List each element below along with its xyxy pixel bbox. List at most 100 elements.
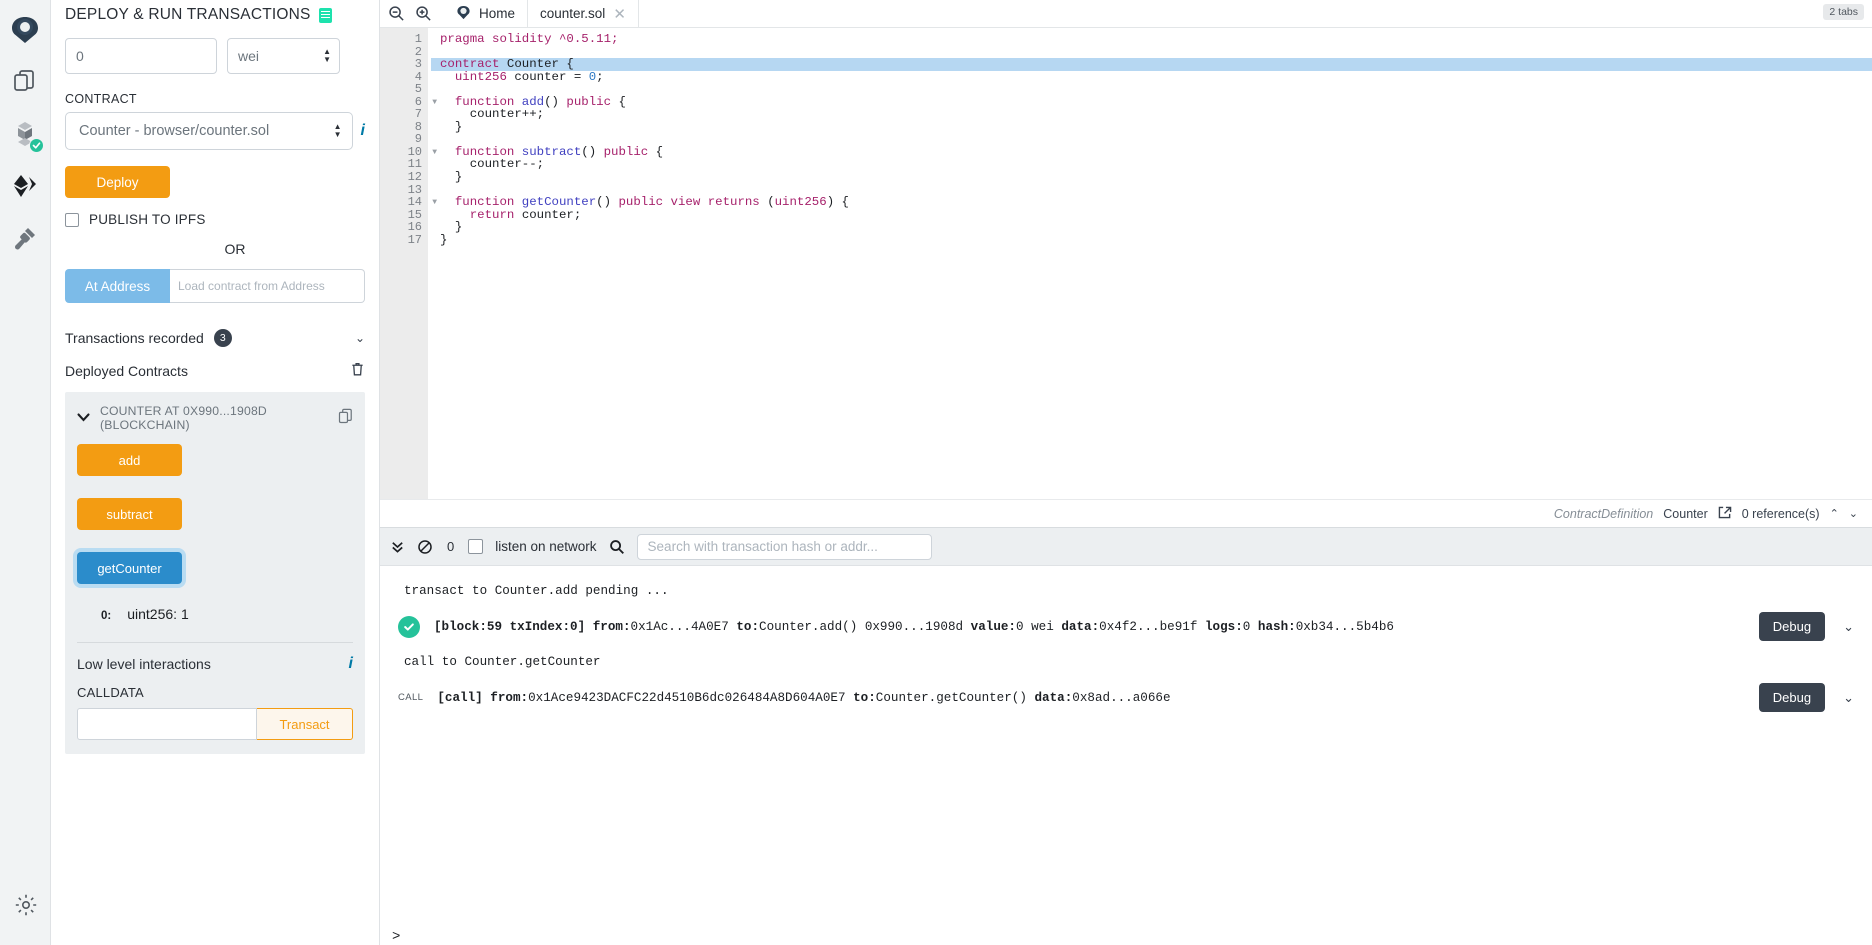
copy-icon[interactable]: [338, 408, 353, 429]
terminal-transaction-row[interactable]: [block:59 txIndex:0] from:0x1Ac...4A0E7 …: [380, 606, 1872, 647]
contract-select[interactable]: Counter - browser/counter.sol ▲▼: [65, 112, 353, 150]
code-token: return: [470, 208, 522, 222]
line-number-gutter: 123▼456▼78910▼11121314▼151617: [380, 28, 428, 499]
remix-ide-window: DEPLOY & RUN TRANSACTIONS 0 wei ▲▼ CONTR…: [0, 0, 1872, 945]
calldata-label: CALLDATA: [77, 685, 353, 700]
transact-button[interactable]: Transact: [257, 708, 353, 740]
solidity-compiler-icon[interactable]: [3, 112, 47, 156]
code-line[interactable]: counter++;: [431, 108, 1872, 121]
line-number: 12: [380, 171, 428, 184]
code-line[interactable]: function getCounter() public view return…: [431, 196, 1872, 209]
plugin-manager-icon[interactable]: [3, 216, 47, 260]
at-address-input[interactable]: Load contract from Address: [170, 269, 365, 303]
tab-counter-sol[interactable]: counter.sol ✕: [528, 0, 639, 27]
goto-definition-icon[interactable]: [1718, 506, 1732, 522]
code-line[interactable]: contract Counter {: [431, 58, 1872, 71]
code-line[interactable]: }: [431, 221, 1872, 234]
chevron-down-icon[interactable]: ⌄: [355, 331, 365, 345]
terminal-transaction-row[interactable]: CALL[call] from:0x1Ace9423DACFC22d4510B6…: [380, 677, 1872, 718]
tabs-count-badge: 2 tabs: [1823, 4, 1864, 20]
contract-function-getcounter[interactable]: getCounter: [77, 552, 182, 584]
code-line[interactable]: [431, 83, 1872, 96]
tab-home-label: Home: [479, 6, 515, 21]
contract-function-subtract[interactable]: subtract: [77, 498, 182, 530]
deploy-run-icon[interactable]: [3, 164, 47, 208]
low-level-info-icon[interactable]: i: [349, 655, 353, 673]
code-token: (): [596, 195, 618, 209]
tab-home[interactable]: Home: [444, 0, 528, 27]
at-address-button[interactable]: At Address: [65, 269, 170, 303]
contract-info-icon[interactable]: i: [361, 122, 365, 140]
code-line[interactable]: }: [431, 234, 1872, 247]
pending-count: 0: [445, 539, 456, 554]
code-editor[interactable]: 123▼456▼78910▼11121314▼151617 pragma sol…: [380, 28, 1872, 499]
settings-gear-icon[interactable]: [4, 883, 48, 927]
transactions-recorded-row[interactable]: Transactions recorded 3 ⌄: [65, 325, 365, 361]
at-address-placeholder: Load contract from Address: [178, 279, 325, 293]
code-line[interactable]: uint256 counter = 0;: [431, 71, 1872, 84]
low-level-header: Low level interactions i: [77, 655, 353, 685]
prev-reference-icon[interactable]: ⌃: [1830, 507, 1839, 520]
contract-select-value: Counter - browser/counter.sol: [79, 123, 269, 139]
zoom-out-icon[interactable]: [388, 5, 405, 22]
deployed-contracts-label: Deployed Contracts: [65, 363, 188, 379]
trash-icon[interactable]: [350, 361, 365, 380]
expand-chevron-icon[interactable]: ⌄: [1839, 690, 1858, 706]
line-number: 14▼: [380, 196, 428, 209]
code-line[interactable]: counter--;: [431, 158, 1872, 171]
code-line[interactable]: }: [431, 171, 1872, 184]
code-content[interactable]: pragma solidity ^0.5.11; contract Counte…: [428, 28, 1872, 499]
calldata-input[interactable]: [77, 708, 257, 740]
panel-menu-icon[interactable]: [319, 8, 332, 23]
code-line[interactable]: function add() public {: [431, 96, 1872, 109]
chevron-down-icon[interactable]: [77, 409, 90, 427]
debug-button[interactable]: Debug: [1759, 612, 1825, 641]
publish-ipfs-checkbox[interactable]: [65, 213, 79, 227]
home-logo-icon: [456, 5, 471, 23]
debug-button[interactable]: Debug: [1759, 683, 1825, 712]
publish-ipfs-row[interactable]: PUBLISH TO IPFS: [65, 212, 365, 227]
terminal-search-placeholder: Search with transaction hash or addr...: [648, 539, 878, 554]
contract-row: Counter - browser/counter.sol ▲▼ i: [65, 112, 365, 150]
deploy-button[interactable]: Deploy: [65, 166, 170, 198]
code-token: (): [581, 145, 603, 159]
zoom-in-icon[interactable]: [415, 5, 432, 22]
deployed-contract-title: COUNTER AT 0X990...1908D (BLOCKCHAIN): [100, 404, 328, 432]
editor-tabbar: Home counter.sol ✕ 2 tabs: [380, 0, 1872, 28]
chevrons-down-icon[interactable]: [390, 539, 405, 554]
next-reference-icon[interactable]: ⌄: [1849, 507, 1858, 520]
ban-icon[interactable]: [417, 539, 433, 555]
main-area: Home counter.sol ✕ 2 tabs 123▼456▼78910▼…: [380, 0, 1872, 945]
terminal-toolbar: 0 listen on network Search with transact…: [380, 528, 1872, 566]
remix-logo-icon[interactable]: [3, 8, 47, 52]
code-line[interactable]: }: [431, 121, 1872, 134]
expand-chevron-icon[interactable]: ⌄: [1839, 619, 1858, 635]
close-icon[interactable]: ✕: [613, 5, 626, 23]
file-explorers-icon[interactable]: [3, 60, 47, 104]
terminal-panel: 0 listen on network Search with transact…: [380, 527, 1872, 945]
return-value: uint256: 1: [127, 606, 189, 622]
terminal-text-line: call to Counter.getCounter: [380, 647, 1872, 677]
search-icon[interactable]: [609, 539, 625, 555]
terminal-search-input[interactable]: Search with transaction hash or addr...: [637, 534, 932, 560]
code-line[interactable]: [431, 46, 1872, 59]
listen-on-network-checkbox[interactable]: [468, 539, 483, 554]
code-token: ;: [596, 70, 603, 84]
code-line[interactable]: function subtract() public {: [431, 146, 1872, 159]
code-line[interactable]: pragma solidity ^0.5.11;: [431, 33, 1872, 46]
value-input[interactable]: 0: [65, 38, 217, 74]
terminal-prompt[interactable]: >: [380, 919, 1872, 945]
code-line[interactable]: return counter;: [431, 209, 1872, 222]
status-references: 0 reference(s): [1742, 507, 1820, 521]
code-token: uint256: [455, 70, 515, 84]
tab-counter-sol-label: counter.sol: [540, 6, 605, 21]
line-number: 17: [380, 234, 428, 247]
chevron-updown-icon: ▲▼: [334, 124, 342, 138]
unit-select[interactable]: wei ▲▼: [227, 38, 340, 74]
contract-function-add[interactable]: add: [77, 444, 182, 476]
compiler-success-badge: [29, 138, 44, 153]
unit-select-value: wei: [238, 48, 259, 64]
value-row: 0 wei ▲▼: [65, 38, 365, 74]
deployed-contract-header[interactable]: COUNTER AT 0X990...1908D (BLOCKCHAIN): [77, 402, 353, 444]
line-number: 5: [380, 83, 428, 96]
